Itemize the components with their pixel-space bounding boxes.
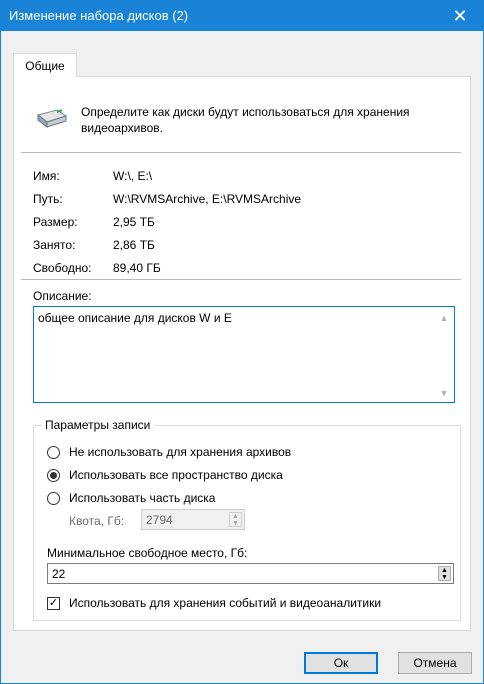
min-free-stepper[interactable]: 22 ▲ ▼ xyxy=(47,563,454,584)
quota-value: 2794 xyxy=(146,513,173,527)
min-free-value: 22 xyxy=(52,567,66,581)
min-free-spin-icon[interactable]: ▲ ▼ xyxy=(438,566,451,581)
events-checkbox[interactable]: ✓ xyxy=(47,597,60,610)
checkmark-icon: ✓ xyxy=(48,597,59,609)
info-label-name: Имя: xyxy=(33,169,60,183)
info-label-used: Занято: xyxy=(33,238,76,252)
radio-use-all-space-label[interactable]: Использовать все пространство диска xyxy=(69,468,283,482)
tab-general[interactable]: Общие xyxy=(13,53,77,77)
description-label: Описание: xyxy=(33,289,92,303)
info-value-path: W:\RVMSArchive, E:\RVMSArchive xyxy=(113,192,302,206)
min-free-label: Минимальное свободное место, Гб: xyxy=(47,546,248,560)
events-checkbox-label[interactable]: Использовать для хранения событий и виде… xyxy=(69,596,381,610)
dialog-window: Изменение набора дисков (2) ✕ Общие Опре… xyxy=(0,0,484,684)
radio-use-all-space[interactable] xyxy=(47,469,60,482)
recording-group-title: Параметры записи xyxy=(41,418,155,432)
radio-use-part-label[interactable]: Использовать часть диска xyxy=(69,491,215,505)
header-description-line1: Определите как диски будут использоватьс… xyxy=(81,105,410,119)
info-value-used: 2,86 ТБ xyxy=(113,238,155,252)
info-value-name: W:\, E:\ xyxy=(113,169,153,183)
close-icon: ✕ xyxy=(452,5,468,26)
quota-spin-icon: ▲ ▼ xyxy=(229,512,242,527)
radio-no-archive[interactable] xyxy=(47,446,60,459)
scroll-up-icon[interactable]: ▲ xyxy=(438,313,450,325)
radio-no-archive-label[interactable]: Не использовать для хранения архивов xyxy=(69,445,291,459)
cancel-button[interactable]: Отмена xyxy=(398,652,472,674)
ok-button[interactable]: Ок xyxy=(304,652,378,674)
cancel-button-label: Отмена xyxy=(413,656,457,670)
close-button[interactable]: ✕ xyxy=(437,1,483,31)
hard-drive-icon xyxy=(35,107,69,129)
scroll-down-icon[interactable]: ▼ xyxy=(438,388,450,400)
info-label-size: Размер: xyxy=(33,215,78,229)
description-textarea[interactable]: общее описание для дисков W и E ▲ ▼ xyxy=(33,306,455,403)
info-value-size: 2,95 ТБ xyxy=(113,215,155,229)
info-label-free: Свободно: xyxy=(33,261,92,275)
ok-button-label: Ок xyxy=(333,656,349,670)
window-title: Изменение набора дисков (2) xyxy=(9,8,189,23)
header-description-line2: видеоархивов. xyxy=(81,121,163,135)
title-bar: Изменение набора дисков (2) ✕ xyxy=(1,1,483,31)
separator-middle xyxy=(21,279,461,280)
info-value-free: 89,40 ГБ xyxy=(113,261,161,275)
radio-use-part[interactable] xyxy=(47,492,60,505)
quota-label: Квота, Гб: xyxy=(69,514,125,528)
quota-stepper: 2794 ▲ ▼ xyxy=(141,509,245,530)
info-label-path: Путь: xyxy=(33,192,63,206)
tab-general-label: Общие xyxy=(25,58,65,73)
description-text: общее описание для дисков W и E xyxy=(38,311,232,325)
separator-top xyxy=(21,152,461,153)
